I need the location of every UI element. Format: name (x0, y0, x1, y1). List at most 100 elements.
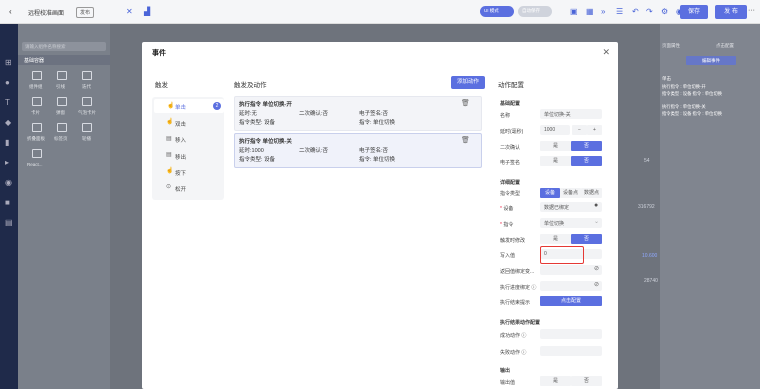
search-input[interactable]: 请输入组件名称搜索 (22, 42, 106, 51)
chevron-down-icon[interactable]: ⌄ (594, 218, 599, 225)
pin-icon[interactable]: ◉ (5, 178, 12, 187)
add-action-button[interactable]: 添加动作 (451, 76, 485, 89)
cmdtype-device-point[interactable]: 设备点 (560, 188, 581, 198)
fail-input[interactable] (540, 346, 602, 356)
event-modal: 事件 ✕ 触发 ☝ 单击 2 ☝ 双击 ▤ 移入 ▤ 移出 ☝ 按下 ⊙ 松开 … (142, 42, 618, 389)
delete-icon[interactable]: 🗑 (461, 136, 470, 144)
settings-icon[interactable]: ⚙ (661, 7, 668, 16)
action-card-selected[interactable]: 执行指令 单位切换-关 延时:1000 二次确认:否 电子签名:否 指令类型: … (234, 133, 482, 168)
clear-icon[interactable]: ● (594, 202, 598, 209)
grid-icon[interactable]: ▦ (586, 7, 594, 16)
action-card[interactable]: 执行指令 单位切换-开 延时:无 二次确认:否 电子签名:否 指令类型: 设备 … (234, 96, 482, 131)
status-badge: 发布 (76, 7, 95, 18)
component-label: 迭代 (82, 84, 91, 89)
component-icon[interactable] (32, 149, 42, 158)
exec-progress-input[interactable] (540, 281, 602, 291)
output-heading: 输出 (500, 368, 511, 374)
palette-icon[interactable]: ● (5, 78, 10, 87)
layers-icon[interactable]: ▣ (570, 7, 578, 16)
component-icon[interactable] (57, 97, 67, 106)
cross-icon[interactable]: ✕ (126, 7, 133, 16)
sign-yes[interactable]: 是 (540, 156, 571, 166)
trigger-item-press[interactable]: 按下 (175, 169, 186, 177)
modal-title: 事件 (152, 50, 166, 57)
mouse-enter-icon: ▤ (166, 136, 172, 142)
component-icon[interactable] (32, 71, 42, 80)
trigger-mod-yes[interactable]: 是 (540, 234, 571, 244)
success-input[interactable] (540, 329, 602, 339)
table-icon[interactable]: ▤ (5, 218, 13, 227)
hand-icon: ☝ (167, 103, 175, 109)
video-icon[interactable]: ■ (5, 198, 10, 207)
sign-no[interactable]: 否 (571, 156, 602, 166)
delay-input[interactable]: 1000 (540, 125, 570, 135)
cmdtype-label: 指令类型 (500, 191, 521, 197)
component-label: 气泡卡片 (78, 110, 96, 115)
back-icon[interactable]: ‹ (9, 7, 12, 16)
section-title[interactable]: 基础容器 (18, 55, 110, 65)
component-icon[interactable] (82, 123, 92, 132)
trigger-item-enter[interactable]: 移入 (175, 136, 186, 144)
save-button[interactable]: 保存 (680, 5, 708, 19)
delete-icon[interactable]: 🗑 (461, 99, 470, 107)
tab-page-props[interactable]: 页面属性 (662, 43, 680, 49)
name-input[interactable]: 单位切换-关 (540, 109, 602, 119)
mouse-leave-icon: ▤ (166, 152, 172, 158)
chart-icon[interactable]: ▮ (5, 138, 9, 147)
delay-minus-button[interactable]: − (572, 125, 587, 135)
cmdtype-data-point[interactable]: 数据点 (581, 188, 602, 198)
forward-icon[interactable]: » (601, 7, 605, 16)
component-icon[interactable] (57, 123, 67, 132)
component-icon[interactable] (57, 71, 67, 80)
event-line: 单击 (662, 76, 671, 81)
action-title: 执行指令 单位切换-开 (239, 102, 292, 108)
device-label: * 设备 (500, 206, 514, 212)
double-click-icon: ☝ (166, 119, 174, 125)
trigger-item-release[interactable]: 松开 (175, 185, 186, 193)
highlight-box (540, 246, 584, 264)
action-cmd: 指令: 单位切换 (359, 120, 396, 126)
close-icon[interactable]: ✕ (602, 47, 610, 58)
edit-event-button[interactable]: 编辑事件 (686, 56, 736, 65)
trigger-mod-label: 触发时修改 (500, 238, 526, 244)
device-select[interactable]: 数据已绑定 (540, 202, 602, 212)
return-bind-input[interactable] (540, 265, 602, 275)
top-bar: ‹ 远程校准画面 发布 ✕ ▟ UI 模式 自动保存 ▣ ▦ » ☰ ↶ ↷ ⚙… (0, 0, 760, 24)
media-icon[interactable]: ▸ (5, 158, 9, 167)
cmd-select[interactable]: 单位切换 (540, 218, 602, 228)
redo-icon[interactable]: ↷ (646, 7, 653, 16)
component-icon[interactable] (32, 123, 42, 132)
publish-button[interactable]: 发 布 (715, 5, 747, 19)
confirm-yes[interactable]: 是 (540, 141, 571, 151)
component-icon[interactable] (82, 97, 92, 106)
component-icon[interactable] (82, 71, 92, 80)
trigger-item-leave[interactable]: 移出 (175, 153, 186, 161)
trigger-item-dblclick[interactable]: 双击 (175, 120, 186, 128)
delay-plus-button[interactable]: + (587, 125, 602, 135)
ui-mode-toggle[interactable]: UI 模式 (480, 6, 514, 17)
canvas-value: 316792 (638, 204, 655, 210)
more-icon[interactable]: ··· (748, 7, 755, 14)
output-no[interactable]: 否 (571, 376, 602, 386)
trigger-mod-no[interactable]: 否 (571, 234, 602, 244)
output-yes[interactable]: 是 (540, 376, 571, 386)
grid-icon[interactable]: ⊞ (5, 58, 12, 67)
link-icon[interactable]: ⊘ (594, 281, 599, 288)
component-label: 弹窗 (56, 110, 65, 115)
trigger-heading: 触发 (155, 82, 168, 89)
image-icon[interactable]: ◆ (5, 118, 11, 127)
chart-icon[interactable]: ▟ (144, 7, 150, 16)
align-icon[interactable]: ☰ (616, 7, 623, 16)
cmdtype-device[interactable]: 设备 (540, 188, 560, 198)
confirm-no[interactable]: 否 (571, 141, 602, 151)
tab-click-config[interactable]: 点击配置 (716, 43, 734, 49)
after-exec-heading: 执行结果动作配置 (500, 320, 541, 326)
text-icon[interactable]: T (5, 98, 10, 107)
trigger-count-badge: 2 (213, 102, 221, 110)
link-icon[interactable]: ⊘ (594, 265, 599, 272)
component-icon[interactable] (32, 97, 42, 106)
auto-save-toggle[interactable]: 自动保存 (518, 6, 552, 17)
undo-icon[interactable]: ↶ (632, 7, 639, 16)
action-title: 执行指令 单位切换-关 (239, 139, 292, 145)
click-config-button[interactable]: 点击配置 (540, 296, 602, 306)
